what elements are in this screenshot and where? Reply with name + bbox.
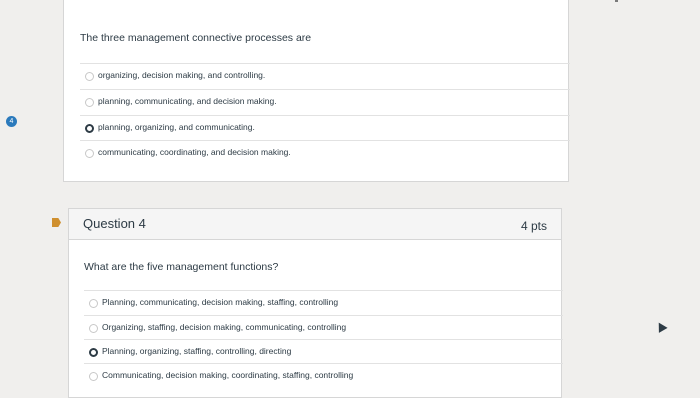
- radio-button[interactable]: [85, 149, 94, 158]
- answer-option[interactable]: Communicating, decision making, coordina…: [84, 363, 563, 387]
- radio-button[interactable]: [85, 72, 94, 81]
- question-points: 4 pts: [520, 219, 547, 233]
- answer-option-selected[interactable]: planning, organizing, and communicating.: [80, 115, 570, 139]
- answer-label: Planning, communicating, decision making…: [102, 297, 339, 307]
- answer-option[interactable]: organizing, decision making, and control…: [80, 63, 570, 87]
- radio-button-selected[interactable]: [85, 124, 94, 133]
- answer-label: planning, organizing, and communicating.: [98, 122, 255, 132]
- answer-option[interactable]: Planning, communicating, decision making…: [84, 290, 563, 314]
- answer-label: Organizing, staffing, decision making, c…: [102, 322, 347, 332]
- question-header: Question 4 4 pts: [69, 209, 561, 240]
- question-number-badge[interactable]: 4: [6, 116, 17, 127]
- answer-option[interactable]: communicating, coordinating, and decisio…: [80, 140, 570, 164]
- bookmark-flag-icon[interactable]: [52, 218, 61, 227]
- radio-button-selected[interactable]: [89, 348, 98, 357]
- answer-label: Communicating, decision making, coordina…: [102, 370, 354, 380]
- answer-label: organizing, decision making, and control…: [98, 70, 266, 80]
- question-text: What are the five management functions?: [84, 261, 279, 273]
- answer-option[interactable]: Organizing, staffing, decision making, c…: [84, 315, 563, 339]
- mouse-cursor-icon: [654, 320, 668, 333]
- radio-button[interactable]: [85, 98, 94, 107]
- radio-button[interactable]: [89, 299, 98, 308]
- answer-label: Planning, organizing, staffing, controll…: [102, 346, 292, 356]
- answer-label: planning, communicating, and decision ma…: [98, 96, 277, 106]
- corner-mark: [615, 0, 618, 2]
- question-title: Question 4: [83, 216, 146, 231]
- radio-button[interactable]: [89, 372, 98, 381]
- current-question-card: Question 4 4 pts What are the five manag…: [68, 208, 563, 398]
- previous-question-card: The three management connective processe…: [63, 0, 618, 182]
- question-text: The three management connective processe…: [80, 32, 312, 44]
- answer-label: communicating, coordinating, and decisio…: [98, 147, 291, 157]
- radio-button[interactable]: [89, 324, 98, 333]
- answer-option-selected[interactable]: Planning, organizing, staffing, controll…: [84, 339, 563, 363]
- answer-option[interactable]: planning, communicating, and decision ma…: [80, 89, 570, 113]
